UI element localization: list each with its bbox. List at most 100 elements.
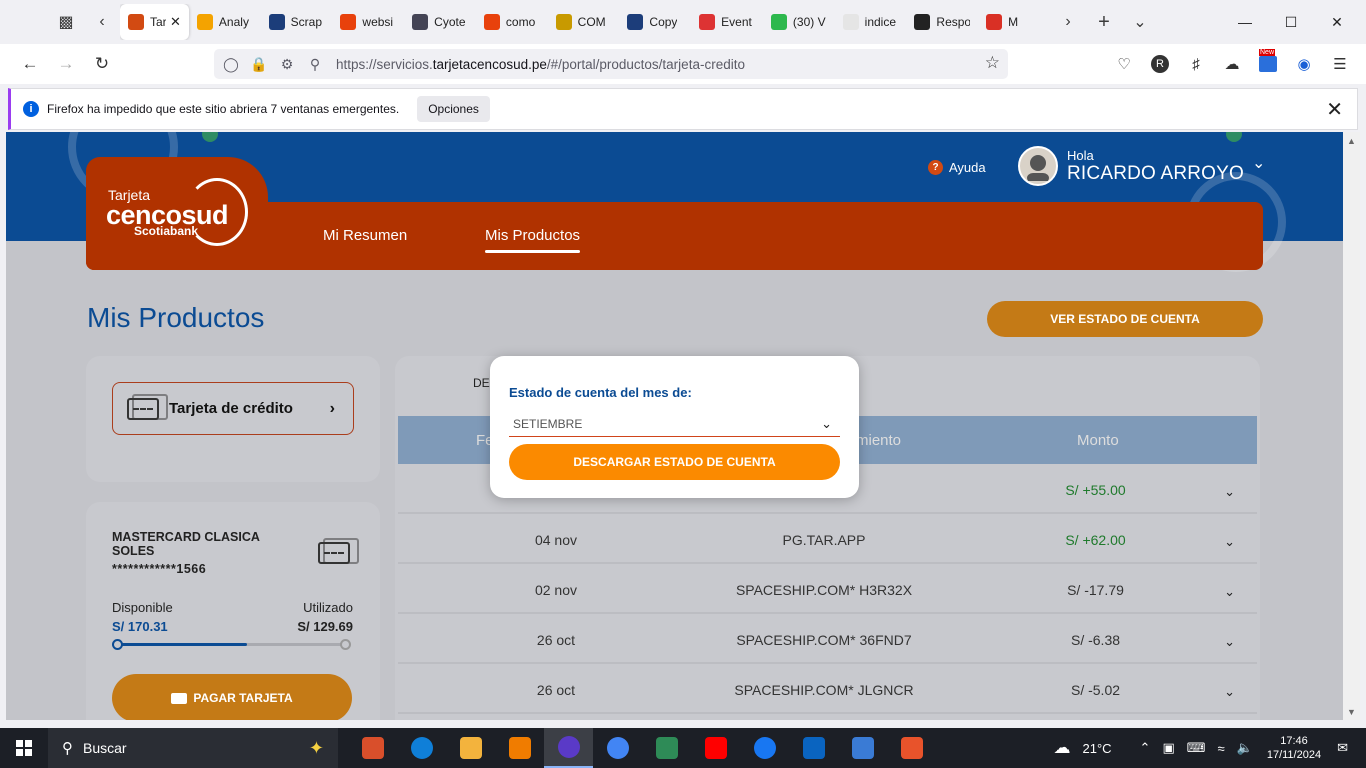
notifications-icon[interactable]: ✉ bbox=[1337, 740, 1348, 756]
browser-tab[interactable]: (30) V bbox=[763, 4, 835, 40]
tab-favicon-icon bbox=[770, 14, 787, 30]
app-menu-icon[interactable]: ☰ bbox=[1322, 48, 1358, 80]
browser-tab[interactable]: Cyote bbox=[404, 4, 476, 40]
chevron-down-icon[interactable]: ⌄ bbox=[1224, 634, 1235, 650]
tab-scroll-right-icon[interactable]: › bbox=[1050, 4, 1086, 40]
volume-icon[interactable]: 🔈 bbox=[1237, 740, 1253, 756]
table-row[interactable]: 04 nov PG.TAR.APP S/ +62.00 ⌄ bbox=[398, 516, 1257, 564]
browser-tab[interactable]: Copy bbox=[619, 4, 691, 40]
show-hidden-icons-icon[interactable]: ⌃ bbox=[1140, 740, 1151, 756]
screenshot-camera-icon[interactable]: ◉ bbox=[1286, 48, 1322, 80]
browser-tab[interactable]: Analy bbox=[189, 4, 261, 40]
taskbar-app[interactable] bbox=[495, 728, 544, 768]
chevron-down-icon[interactable]: ⌄ bbox=[1224, 484, 1235, 500]
scroll-down-icon[interactable]: ▼ bbox=[1343, 703, 1360, 720]
url-text[interactable]: https://servicios.tarjetacencosud.pe/#/p… bbox=[336, 57, 745, 72]
extensions-icon[interactable]: ♯ bbox=[1178, 48, 1214, 80]
table-row[interactable]: 02 nov SPACESHIP.COM* H3R32X S/ -17.79 ⌄ bbox=[398, 566, 1257, 614]
download-statement-button[interactable]: DESCARGAR ESTADO DE CUENTA bbox=[509, 444, 840, 480]
profile-avatar-icon[interactable]: R bbox=[1142, 48, 1178, 80]
browser-tab[interactable]: Scrap bbox=[261, 4, 333, 40]
chevron-down-icon[interactable]: ⌄ bbox=[1252, 153, 1265, 173]
notification-options-button[interactable]: Opciones bbox=[417, 96, 490, 122]
pay-card-label: PAGAR TARJETA bbox=[193, 691, 293, 705]
lock-icon[interactable]: 🔒 bbox=[248, 56, 270, 73]
taskbar-app[interactable] bbox=[397, 728, 446, 768]
tab-overflow-chevron-icon[interactable]: ⌄ bbox=[1122, 4, 1158, 40]
wifi-icon[interactable]: ≈ bbox=[1218, 741, 1225, 756]
tab-favicon-icon bbox=[412, 14, 429, 30]
weather-temperature[interactable]: 21°C bbox=[1083, 741, 1112, 756]
browser-tab[interactable]: indice de bbox=[835, 4, 907, 40]
start-button[interactable] bbox=[0, 728, 48, 768]
maximize-window-icon[interactable]: ☐ bbox=[1268, 0, 1314, 44]
taskbar-app[interactable] bbox=[642, 728, 691, 768]
nav-mi-resumen[interactable]: Mi Resumen bbox=[323, 227, 407, 244]
row-description: SPACESHIP.COM* JLGNCR bbox=[734, 682, 914, 698]
taskbar-app[interactable] bbox=[691, 728, 740, 768]
tab-label: Scrap bbox=[290, 15, 323, 29]
chevron-down-icon[interactable]: ⌄ bbox=[1224, 584, 1235, 600]
credit-card-button[interactable]: Tarjeta de crédito › bbox=[112, 382, 354, 435]
month-select[interactable]: SETIEMBRE ⌄ bbox=[509, 412, 840, 437]
taskbar-app[interactable] bbox=[446, 728, 495, 768]
page-scrollbar[interactable]: ▲ ▼ bbox=[1343, 132, 1360, 720]
browser-tab[interactable]: COM bbox=[548, 4, 620, 40]
tracking-shield-icon[interactable]: ◯ bbox=[220, 56, 242, 73]
taskbar-app[interactable] bbox=[348, 728, 397, 768]
table-row[interactable]: 26 oct SPACESHIP.COM* 36FND7 S/ -6.38 ⌄ bbox=[398, 616, 1257, 664]
browser-tab[interactable]: M bbox=[978, 4, 1050, 40]
permissions-icon[interactable]: ⚙ bbox=[276, 56, 298, 73]
taskbar-app[interactable] bbox=[593, 728, 642, 768]
tab-list: Tarj✕ Analy Scrap websi Cyote como COM Copy Even… bbox=[120, 4, 1050, 40]
forward-button[interactable]: → bbox=[48, 48, 84, 80]
cloud-icon[interactable]: ☁ bbox=[1214, 48, 1250, 80]
close-window-icon[interactable]: ✕ bbox=[1314, 0, 1360, 44]
close-tab-icon[interactable]: ✕ bbox=[170, 14, 181, 30]
input-method-icon[interactable]: ⌨ bbox=[1187, 740, 1206, 756]
back-button[interactable]: ← bbox=[12, 48, 48, 80]
app-icon bbox=[753, 737, 776, 759]
chevron-down-icon[interactable]: ⌄ bbox=[1224, 534, 1235, 550]
meet-icon[interactable]: ▣ bbox=[1162, 740, 1174, 756]
view-statement-button[interactable]: VER ESTADO DE CUENTA bbox=[987, 301, 1263, 337]
browser-tab[interactable]: como bbox=[476, 4, 548, 40]
bookmark-star-icon[interactable]: ☆ bbox=[985, 53, 1000, 73]
taskbar-app[interactable] bbox=[740, 728, 789, 768]
minimize-window-icon[interactable]: — bbox=[1222, 0, 1268, 44]
table-row[interactable]: 26 oct SPACESHIP.COM* JLGNCR S/ -5.02 ⌄ bbox=[398, 666, 1257, 714]
nav-mis-productos[interactable]: Mis Productos bbox=[485, 227, 580, 253]
modal-title: Estado de cuenta del mes de: bbox=[509, 385, 692, 400]
taskbar-app[interactable] bbox=[887, 728, 936, 768]
help-link[interactable]: ? Ayuda bbox=[928, 160, 986, 175]
clock[interactable]: 17:46 17/11/2024 bbox=[1267, 734, 1321, 762]
account-name: MASTERCARD CLASICA SOLES bbox=[112, 530, 260, 558]
tab-scroll-left-icon[interactable]: ‹ bbox=[84, 4, 120, 40]
weather-icon[interactable]: ☁ bbox=[1054, 738, 1071, 758]
pocket-icon[interactable]: ♡ bbox=[1106, 48, 1142, 80]
chevron-down-icon[interactable]: ⌄ bbox=[1224, 684, 1235, 700]
url-bar[interactable]: ◯ 🔒 ⚙ ⚲ https://servicios.tarjetacencosu… bbox=[214, 49, 1008, 79]
browser-tab[interactable]: websi bbox=[332, 4, 404, 40]
browser-tab[interactable]: Respo bbox=[906, 4, 978, 40]
available-label: Disponible bbox=[112, 600, 173, 615]
pay-card-button[interactable]: PAGAR TARJETA bbox=[112, 674, 352, 720]
taskbar-app[interactable] bbox=[838, 728, 887, 768]
news-extension-icon[interactable]: New bbox=[1250, 48, 1286, 80]
taskbar-app[interactable] bbox=[544, 728, 593, 768]
browser-tab[interactable]: Tarj✕ bbox=[120, 4, 189, 40]
user-menu[interactable]: Hola RICARDO ARROYO ⌄ bbox=[1018, 146, 1265, 186]
key-icon[interactable]: ⚲ bbox=[304, 56, 326, 73]
notification-close-icon[interactable]: ✕ bbox=[1326, 97, 1343, 122]
logo-sub-text: Scotiabank bbox=[134, 224, 199, 238]
transactions-tab[interactable]: DE bbox=[473, 376, 490, 390]
avatar bbox=[1018, 146, 1058, 186]
new-tab-icon[interactable]: + bbox=[1086, 4, 1122, 40]
tab-label: Copy bbox=[649, 15, 678, 29]
scroll-up-icon[interactable]: ▲ bbox=[1343, 132, 1360, 149]
taskbar-app[interactable] bbox=[789, 728, 838, 768]
taskbar-search[interactable]: ⚲ Buscar ✦ bbox=[48, 728, 338, 768]
reload-button[interactable]: ↻ bbox=[84, 48, 120, 80]
browser-tab[interactable]: Event bbox=[691, 4, 763, 40]
list-all-tabs-icon[interactable]: ▩ bbox=[48, 4, 84, 40]
